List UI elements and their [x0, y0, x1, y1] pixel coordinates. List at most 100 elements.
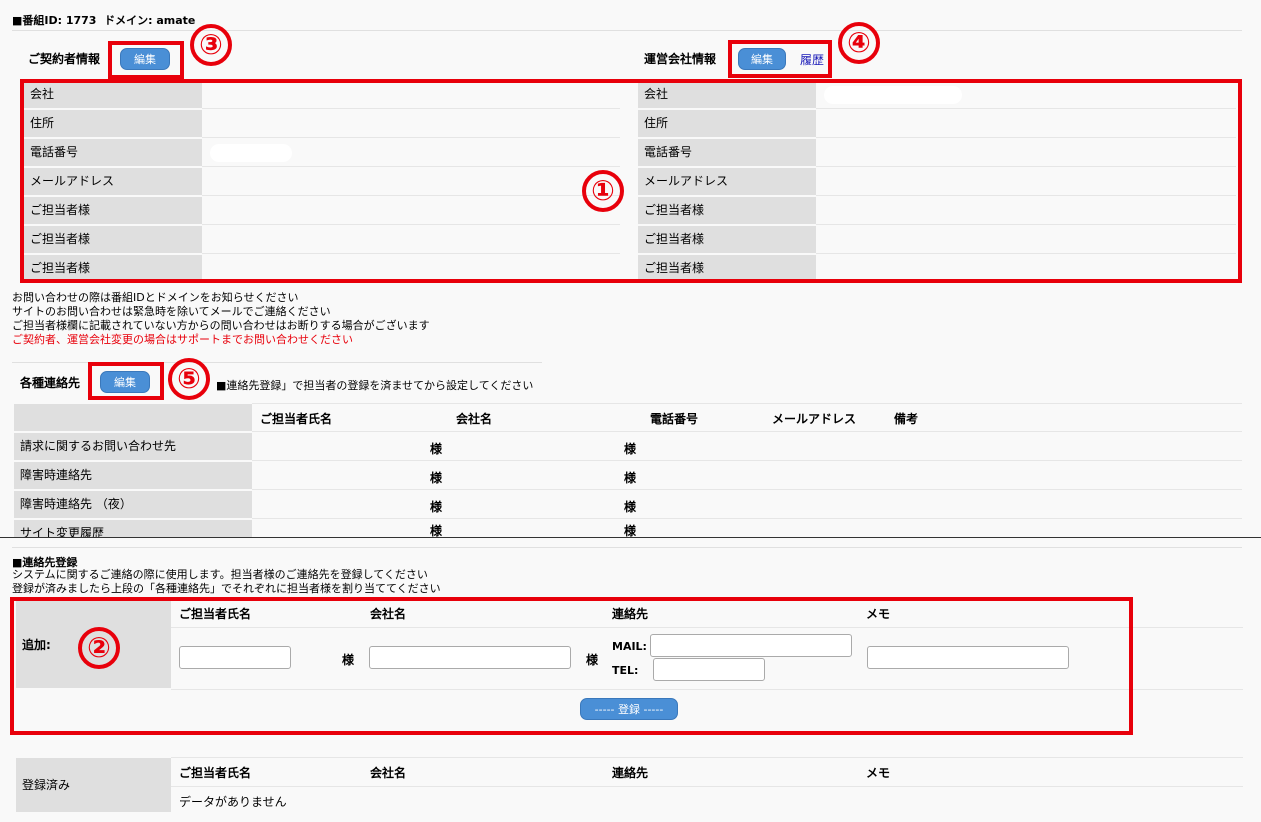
- contacts-edit-button[interactable]: 編集: [100, 371, 150, 393]
- frame-divider: [0, 537, 1261, 538]
- domain-label: ドメイン: amate: [104, 14, 196, 27]
- contractor-row-label: 住所: [24, 110, 202, 137]
- col-header: メモ: [866, 766, 891, 780]
- col-header: 連絡先: [612, 766, 649, 780]
- annotation-number-1: ①: [582, 170, 624, 212]
- col-header: メモ: [866, 607, 891, 621]
- col-header: ご担当者氏名: [179, 766, 252, 780]
- contacts-header-blank: [14, 404, 252, 431]
- mail-input[interactable]: [650, 634, 852, 657]
- annotation-number-2: ②: [78, 627, 120, 669]
- note-line: お問い合わせの際は番組IDとドメインをお知らせください: [12, 291, 299, 304]
- contractor-row-label: 会社: [24, 81, 202, 108]
- row-divider: [252, 518, 1242, 519]
- redacted-value: [824, 86, 962, 104]
- notes: お問い合わせの際は番組IDとドメインをお知らせください サイトのお問い合わせは緊…: [12, 291, 430, 347]
- col-header: 会社名: [370, 766, 407, 780]
- operator-row-label: 電話番号: [638, 139, 816, 166]
- page-title: ■番組ID: 1773 ドメイン: amate: [12, 12, 195, 28]
- sama-label: 様: [342, 653, 355, 667]
- contractor-heading: ご契約者情報: [28, 52, 101, 66]
- registered-label: 登録済み: [16, 758, 171, 812]
- sama-label: 様: [624, 500, 637, 514]
- contractor-row-label: ご担当者様: [24, 255, 202, 282]
- divider: [12, 362, 542, 363]
- note-line: ご担当者様欄に記載されていない方からの問い合わせはお断りする場合がございます: [12, 319, 430, 332]
- divider: [12, 547, 1242, 548]
- note-line: サイトのお問い合わせは緊急時を除いてメールでご連絡ください: [12, 305, 331, 318]
- row-divider: [252, 460, 1242, 461]
- row-divider: [202, 137, 620, 138]
- empty-message: データがありません: [179, 795, 287, 809]
- operator-row-label: メールアドレス: [638, 168, 816, 195]
- operator-row-label: ご担当者様: [638, 197, 816, 224]
- row-divider: [816, 224, 1236, 225]
- sama-label: 様: [430, 442, 443, 456]
- registration-desc-line: システムに関するご連絡の際に使用します。担当者様のご連絡先を登録してください: [12, 568, 428, 581]
- memo-input[interactable]: [867, 646, 1069, 669]
- operator-row-label: 住所: [638, 110, 816, 137]
- col-header: ご担当者氏名: [260, 412, 333, 426]
- annotation-number-4: ④: [838, 22, 880, 64]
- sama-label: 様: [624, 524, 637, 537]
- sama-label: 様: [624, 471, 637, 485]
- contractor-row-label: ご担当者様: [24, 226, 202, 253]
- row-divider: [252, 403, 1242, 404]
- sama-label: 様: [430, 524, 443, 537]
- contractor-edit-button[interactable]: 編集: [120, 48, 170, 70]
- operator-row-label: ご担当者様: [638, 255, 816, 282]
- register-button[interactable]: ----- 登録 -----: [580, 698, 678, 720]
- contractor-row-label: メールアドレス: [24, 168, 202, 195]
- contact-name-input[interactable]: [179, 646, 291, 669]
- operator-row-label: ご担当者様: [638, 226, 816, 253]
- contacts-row-label: サイト変更履歴: [14, 520, 252, 537]
- contacts-hint: ■連絡先登録」で担当者の登録を済ませてから設定してください: [216, 379, 534, 392]
- contacts-row-label: 請求に関するお問い合わせ先: [14, 433, 252, 460]
- contractor-row-label: ご担当者様: [24, 197, 202, 224]
- col-header: 会社名: [370, 607, 407, 621]
- row-divider: [202, 224, 620, 225]
- contractor-row-label: 電話番号: [24, 139, 202, 166]
- col-header: 電話番号: [650, 412, 699, 426]
- sama-label: 様: [624, 442, 637, 456]
- col-header: ご担当者氏名: [179, 607, 252, 621]
- sama-label: 様: [430, 471, 443, 485]
- row-divider: [202, 108, 620, 109]
- row-divider: [202, 166, 620, 167]
- add-label: 追加:: [22, 638, 51, 652]
- contacts-row-label: 障害時連絡先: [14, 462, 252, 489]
- mail-label: MAIL:: [612, 640, 647, 653]
- contacts-row-label: 障害時連絡先 （夜）: [14, 491, 252, 518]
- col-header: 連絡先: [612, 607, 649, 621]
- registration-desc: システムに関するご連絡の際に使用します。担当者様のご連絡先を登録してください 登…: [12, 568, 441, 596]
- operator-heading: 運営会社情報: [644, 52, 717, 66]
- row-divider: [816, 137, 1236, 138]
- row-divider: [252, 431, 1242, 432]
- row-divider: [816, 195, 1236, 196]
- operator-row-label: 会社: [638, 81, 816, 108]
- col-header: 会社名: [456, 412, 493, 426]
- col-header: メールアドレス: [772, 412, 857, 426]
- annotation-number-5: ⑤: [168, 358, 210, 400]
- operator-history-link[interactable]: 履歴: [800, 51, 824, 68]
- row-divider: [202, 253, 620, 254]
- row-divider: [816, 108, 1236, 109]
- row-divider: [171, 627, 1243, 628]
- annotation-number-3: ③: [190, 24, 232, 66]
- company-name-input[interactable]: [369, 646, 571, 669]
- sama-label: 様: [586, 653, 599, 667]
- redacted-value: [210, 144, 292, 162]
- operator-edit-button[interactable]: 編集: [738, 48, 786, 70]
- sama-label: 様: [430, 500, 443, 514]
- tel-label: TEL:: [612, 664, 639, 677]
- program-id: ■番組ID: 1773: [12, 14, 97, 27]
- row-divider: [171, 689, 1243, 690]
- registration-desc-line: 登録が済みましたら上段の「各種連絡先」でそれぞれに担当者様を割り当ててください: [12, 582, 441, 595]
- col-header: 備考: [894, 412, 919, 426]
- tel-input[interactable]: [653, 658, 765, 681]
- note-warning: ご契約者、運営会社変更の場合はサポートまでお問い合わせください: [12, 333, 353, 346]
- row-divider: [816, 166, 1236, 167]
- row-divider: [171, 757, 1243, 758]
- contacts-heading: 各種連絡先: [20, 376, 81, 390]
- row-divider: [202, 195, 620, 196]
